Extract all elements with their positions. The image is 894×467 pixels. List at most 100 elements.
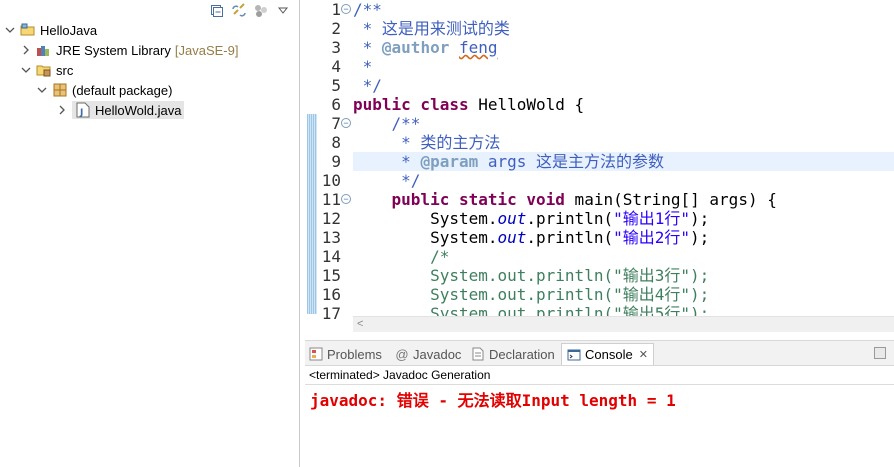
fold-collapse-icon[interactable]: − xyxy=(341,194,351,204)
line-number: 2 xyxy=(331,19,341,38)
tree-project-hellojava[interactable]: HelloJava xyxy=(4,20,97,40)
scroll-left-icon[interactable]: < xyxy=(357,318,363,330)
tree-default-package[interactable]: (default package) xyxy=(36,80,172,100)
code-line: System.out.println("输出3行"); xyxy=(353,266,894,285)
jre-label: JRE System Library xyxy=(56,42,171,58)
view-menu-dots-icon[interactable] xyxy=(253,3,269,19)
minimize-view-button[interactable] xyxy=(874,347,886,359)
package-icon xyxy=(52,82,68,98)
block-comment: /* xyxy=(353,247,450,266)
console-divider xyxy=(305,384,894,385)
fold-collapse-icon[interactable]: − xyxy=(341,118,351,128)
tree-jre-library[interactable]: JRE System Library [JavaSE-9] xyxy=(20,40,238,60)
view-menu-chevron-icon[interactable] xyxy=(275,3,291,19)
collapse-all-icon[interactable] xyxy=(209,3,225,19)
code-text: System. xyxy=(353,209,498,228)
java-file-icon: J xyxy=(75,102,91,118)
line-number: 11 xyxy=(321,190,341,209)
javadoc-text: * xyxy=(353,57,373,76)
line-number: 6 xyxy=(331,95,341,114)
tab-declaration[interactable]: Declaration xyxy=(471,343,555,365)
chevron-right-icon[interactable] xyxy=(20,44,32,56)
code-area[interactable]: /** * 这是用来测试的类 * @author feng * */ publi… xyxy=(353,0,894,323)
fold-collapse-icon[interactable]: − xyxy=(341,4,351,14)
close-icon[interactable]: ✕ xyxy=(639,348,648,361)
change-ruler-mark xyxy=(307,114,317,314)
line-number: 13 xyxy=(321,228,341,247)
block-comment: System.out.println("输出3行"); xyxy=(353,266,710,285)
static-field: out xyxy=(497,228,527,247)
block-comment: System.out.println("输出4行"); xyxy=(353,285,710,304)
javadoc-prefix: * xyxy=(353,152,421,171)
declaration-icon xyxy=(471,347,485,361)
javadoc-open: /** xyxy=(353,0,382,19)
tree-file-hellowold[interactable]: J HelloWold.java xyxy=(56,100,185,120)
code-line: /** xyxy=(353,0,894,19)
source-folder-icon xyxy=(36,62,52,78)
code-line: /** xyxy=(353,114,894,133)
chevron-right-icon[interactable] xyxy=(56,104,68,116)
code-line: public class HelloWold { xyxy=(353,95,894,114)
string-literal: "输出2行" xyxy=(613,228,691,247)
chevron-down-icon[interactable] xyxy=(36,84,48,96)
line-numbers: 1 2 3 4 5 6 7 8 9 10 11 12 13 14 15 16 1… xyxy=(319,0,341,323)
tab-problems[interactable]: Problems xyxy=(309,343,382,365)
console-error-output[interactable]: javadoc: 错误 - 无法读取Input length = 1 xyxy=(310,387,676,411)
horizontal-scrollbar[interactable]: < xyxy=(353,316,894,332)
overview-ruler xyxy=(305,0,319,316)
selected-file-item[interactable]: J HelloWold.java xyxy=(72,101,185,119)
line-number: 14 xyxy=(321,247,341,266)
current-code-line: * @param args 这是主方法的参数 xyxy=(353,152,894,171)
javadoc-text: * 这是用来测试的类 xyxy=(353,19,510,38)
javadoc-text: args 这是主方法的参数 xyxy=(478,152,665,171)
line-number: 16 xyxy=(321,285,341,304)
javadoc-author-tag: @author xyxy=(381,38,450,57)
bottom-views: Problems @ Javadoc Declaration Console ✕… xyxy=(305,340,894,467)
line-number: 5 xyxy=(331,76,341,95)
line-number: 3 xyxy=(331,38,341,57)
javadoc-close: */ xyxy=(353,76,382,95)
line-number: 9 xyxy=(331,152,341,171)
jre-version: [JavaSE-9] xyxy=(174,42,239,58)
line-number: 1 xyxy=(331,0,341,19)
problems-icon xyxy=(309,347,323,361)
static-field: out xyxy=(497,209,527,228)
author-name: feng xyxy=(458,38,498,57)
java-project-icon xyxy=(20,22,36,38)
tab-console[interactable]: Console ✕ xyxy=(561,343,654,365)
line-number: 17 xyxy=(321,304,341,323)
line-number: 8 xyxy=(331,133,341,152)
line-number: 4 xyxy=(331,57,341,76)
chevron-down-icon[interactable] xyxy=(4,24,16,36)
line-number: 12 xyxy=(321,209,341,228)
tab-javadoc[interactable]: @ Javadoc xyxy=(395,343,461,365)
project-label: HelloJava xyxy=(40,22,98,38)
tab-label: Declaration xyxy=(489,346,555,362)
string-literal: "输出1行" xyxy=(613,209,691,228)
tab-label: Console xyxy=(585,347,633,362)
code-line: * xyxy=(353,57,894,76)
keyword: public class xyxy=(353,95,469,114)
code-line: * 这是用来测试的类 xyxy=(353,19,894,38)
method-decl: main(String[] args) { xyxy=(564,190,777,209)
code-line: public static void main(String[] args) { xyxy=(353,190,894,209)
code-line: System.out.println("输出1行"); xyxy=(353,209,894,228)
code-text: .println( xyxy=(526,228,614,247)
svg-text:J: J xyxy=(79,108,83,118)
code-text: ); xyxy=(690,228,710,247)
tree-src-folder[interactable]: src xyxy=(20,60,73,80)
code-line: * 类的主方法 xyxy=(353,133,894,152)
class-decl: HelloWold { xyxy=(468,95,585,114)
code-line: * @author feng xyxy=(353,38,894,57)
console-status: <terminated> Javadoc Generation xyxy=(309,368,491,382)
code-line: System.out.println("输出4行"); xyxy=(353,285,894,304)
code-line: */ xyxy=(353,76,894,95)
code-editor[interactable]: 1 2 3 4 5 6 7 8 9 10 11 12 13 14 15 16 1… xyxy=(305,0,894,332)
line-number: 7 xyxy=(331,114,341,133)
tab-label: Problems xyxy=(327,346,382,362)
code-text: System. xyxy=(353,228,498,247)
file-label: HelloWold.java xyxy=(95,102,182,118)
chevron-down-icon[interactable] xyxy=(20,64,32,76)
package-label: (default package) xyxy=(72,82,173,98)
link-with-editor-icon[interactable] xyxy=(231,3,247,19)
